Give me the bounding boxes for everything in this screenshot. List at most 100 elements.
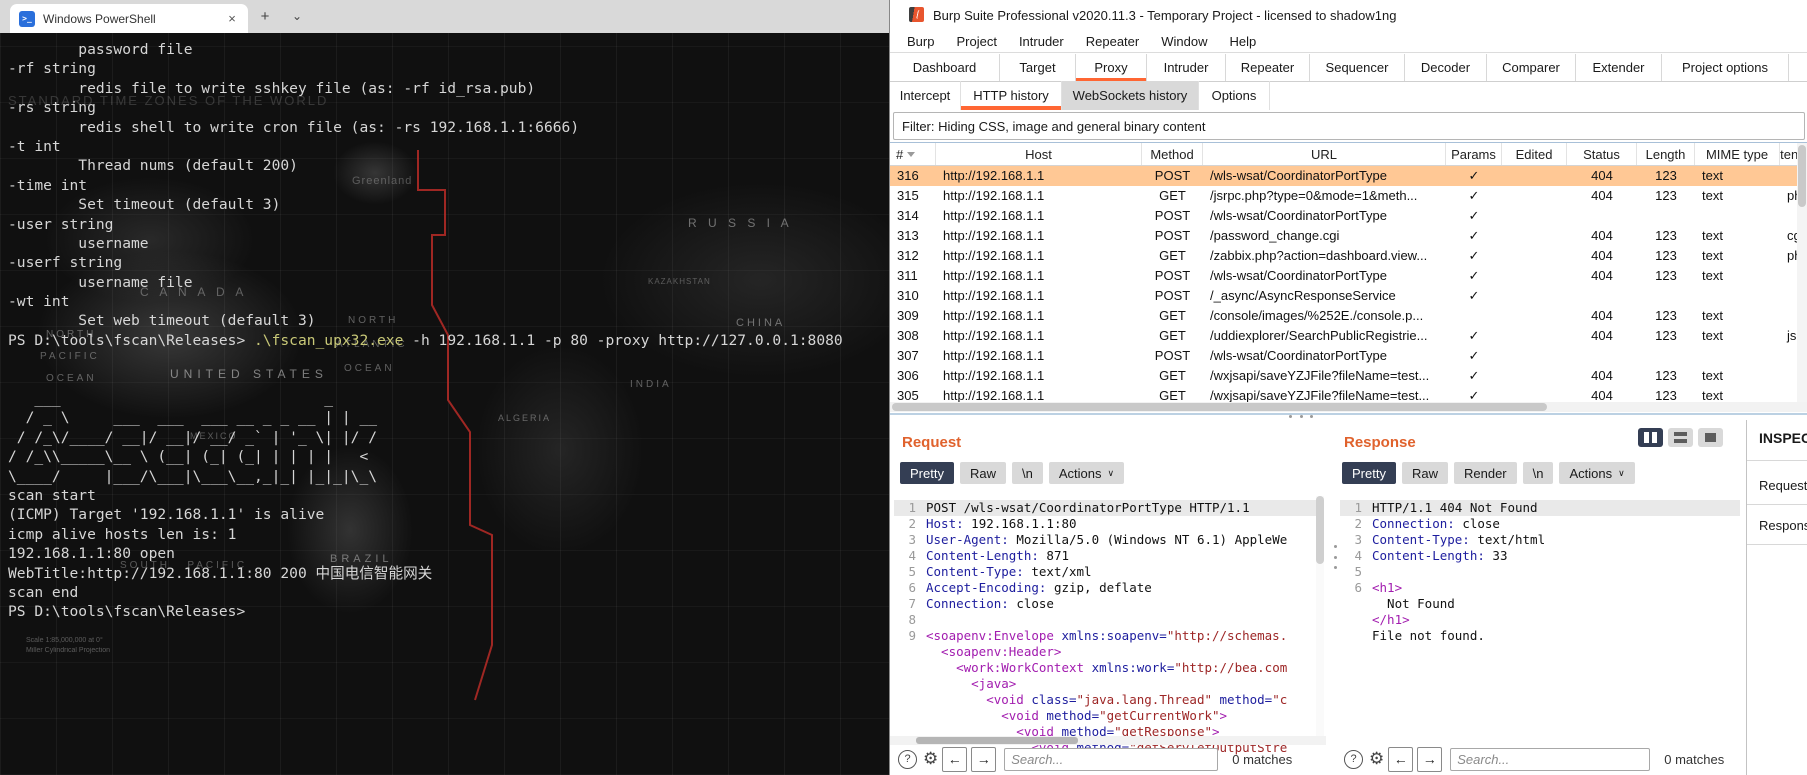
request-vertical-scrollbar[interactable] <box>1316 496 1324 736</box>
help-icon[interactable]: ? <box>1344 749 1363 769</box>
inspector-section-1[interactable]: Response Headers <box>1759 518 1807 533</box>
gear-icon[interactable]: ⚙ <box>1369 749 1384 769</box>
chevron-down-icon: ∨ <box>1618 467 1625 478</box>
http-history-row[interactable]: 310 http://192.168.1.1 POST /_async/AsyncRe… <box>890 286 1807 306</box>
status-cell: 404 <box>1591 248 1613 263</box>
scroll-thumb[interactable] <box>1316 496 1324 564</box>
column-header-length[interactable]: Length <box>1637 143 1695 165</box>
status-cell: 404 <box>1591 168 1613 183</box>
http-history-row[interactable]: 308 http://192.168.1.1 GET/uddiexplorer/Se… <box>890 326 1807 346</box>
request-match-count: 0 matches <box>1232 751 1293 767</box>
code-line: 7 Connection: close <box>894 596 1324 612</box>
menu-item-repeater[interactable]: Repeater <box>1075 34 1150 49</box>
tab-decoder[interactable]: Decoder <box>1405 54 1487 81</box>
help-icon[interactable]: ? <box>898 749 917 769</box>
column-header-params[interactable]: Params <box>1446 143 1502 165</box>
tab-extender[interactable]: Extender <box>1576 54 1662 81</box>
tab-intruder[interactable]: Intruder <box>1147 54 1226 81</box>
menu-item-window[interactable]: Window <box>1150 34 1218 49</box>
http-history-row[interactable]: 314 http://192.168.1.1 POST/wls-wsat/Coord… <box>890 206 1807 226</box>
layout-columns-button[interactable] <box>1638 428 1663 447</box>
tab-comparer[interactable]: Comparer <box>1487 54 1576 81</box>
filter-bar[interactable]: Filter: Hiding CSS, image and general bi… <box>893 112 1805 140</box>
http-history-row[interactable]: 307 http://192.168.1.1 POST/wls-wsat/Coord… <box>890 346 1807 366</box>
table-horizontal-scrollbar[interactable] <box>890 402 1807 412</box>
http-history-row[interactable]: 309 http://192.168.1.1 GET/console/images/… <box>890 306 1807 326</box>
menu-item-project[interactable]: Project <box>945 34 1007 49</box>
scroll-thumb[interactable] <box>892 403 1547 411</box>
response-tab-actions[interactable]: Actions ∨ <box>1559 462 1635 484</box>
terminal-body[interactable]: STANDARD TIME ZONES OF THE WORLD Greenlan… <box>0 33 889 775</box>
params-cell: ✓ <box>1468 368 1480 383</box>
new-tab-button[interactable]: + <box>256 8 274 26</box>
request-search-input[interactable] <box>1004 747 1219 771</box>
http-history-row[interactable]: 315 http://192.168.1.1 GET/jsrpc.php?type=… <box>890 186 1807 206</box>
prev-match-button[interactable]: ← <box>1388 746 1414 772</box>
tab-repeater[interactable]: Repeater <box>1226 54 1310 81</box>
subtab-intercept[interactable]: Intercept <box>890 81 961 110</box>
method-cell: GET <box>1159 308 1186 323</box>
scroll-thumb[interactable] <box>1798 145 1806 207</box>
column-header-url[interactable]: URL <box>1203 143 1446 165</box>
subtab-websockets-history[interactable]: WebSockets history <box>1062 81 1199 110</box>
inspector-panel: INSPECTOR Request Attributes Response Hea… <box>1746 420 1807 775</box>
tab-sequencer[interactable]: Sequencer <box>1310 54 1405 81</box>
layout-single-button[interactable] <box>1698 428 1723 447</box>
params-cell: ✓ <box>1468 268 1480 283</box>
layout-rows-button[interactable] <box>1668 428 1693 447</box>
terminal-tab[interactable]: >_ Windows PowerShell × <box>10 4 248 33</box>
number-cell: 308 <box>897 328 919 343</box>
code-line: 9 <soapenv:Envelope xmlns:soapenv= "http:/… <box>894 628 1324 644</box>
tab-user-options[interactable]: User options <box>1789 54 1807 81</box>
tab-target[interactable]: Target <box>1000 54 1076 81</box>
subtab-options[interactable]: Options <box>1199 81 1270 110</box>
request-tab-actions[interactable]: Actions ∨ <box>1048 462 1125 484</box>
tab-project-options[interactable]: Project options <box>1662 54 1789 81</box>
inspector-section-0[interactable]: Request Attributes <box>1759 478 1807 493</box>
response-tab-raw[interactable]: Raw <box>1401 462 1448 484</box>
sort-icon <box>907 151 916 157</box>
vertical-splitter-handle[interactable] <box>1332 545 1338 569</box>
prev-match-button[interactable]: ← <box>942 746 968 772</box>
tab-proxy[interactable]: Proxy <box>1076 54 1147 82</box>
table-vertical-scrollbar[interactable] <box>1797 143 1807 402</box>
gear-icon[interactable]: ⚙ <box>923 749 938 769</box>
menu-item-burp[interactable]: Burp <box>896 34 945 49</box>
splitter-line[interactable] <box>890 413 1807 415</box>
column-header-edited[interactable]: Edited <box>1502 143 1567 165</box>
url-cell: /uddiexplorer/SearchPublicRegistrie... <box>1210 328 1428 343</box>
request-editor[interactable]: 1 POST /wls-wsat/CoordinatorPortType HTTP… <box>894 500 1324 756</box>
http-history-row[interactable]: 316 http://192.168.1.1 POST/wls-wsat/Coord… <box>890 166 1807 186</box>
subtab-http-history[interactable]: HTTP history <box>961 81 1062 110</box>
method-cell: POST <box>1154 208 1191 223</box>
menu-item-intruder[interactable]: Intruder <box>1008 34 1075 49</box>
request-panel: Request Pretty Raw \n Actions ∨ 1 POST /wls-w… <box>890 420 1330 775</box>
scroll-thumb[interactable] <box>916 737 1078 744</box>
http-history-row[interactable]: 312 http://192.168.1.1 GET/zabbix.php?acti… <box>890 246 1807 266</box>
column-header-host[interactable]: Host <box>936 143 1142 165</box>
tab-dashboard[interactable]: Dashboard <box>890 54 1000 81</box>
column-header-status[interactable]: Status <box>1567 143 1637 165</box>
next-match-button[interactable]: → <box>971 746 997 772</box>
request-tab-raw[interactable]: Raw <box>959 462 1006 484</box>
request-horizontal-scrollbar[interactable] <box>890 736 1326 745</box>
next-match-button[interactable]: → <box>1417 746 1443 772</box>
http-history-row[interactable]: 306 http://192.168.1.1 GET/wxjsapi/saveYZJ… <box>890 366 1807 386</box>
column-header-method[interactable]: Method <box>1142 143 1203 165</box>
http-history-row[interactable]: 313 http://192.168.1.1 POST/password_chang… <box>890 226 1807 246</box>
menu-item-help[interactable]: Help <box>1218 34 1267 49</box>
response-tab-render[interactable]: Render <box>1453 462 1517 484</box>
column-header-[interactable]: # <box>890 143 936 165</box>
method-cell: POST <box>1154 228 1191 243</box>
response-tab-pretty[interactable]: Pretty <box>1342 462 1396 484</box>
response-search-input[interactable] <box>1450 747 1651 771</box>
response-tab-n[interactable]: \n <box>1522 462 1554 484</box>
http-history-row[interactable]: 311 http://192.168.1.1 POST/wls-wsat/Coord… <box>890 266 1807 286</box>
column-header-mimetype[interactable]: MIME type <box>1695 143 1780 165</box>
tab-dropdown-icon[interactable]: ⌄ <box>288 8 306 26</box>
request-tab-pretty[interactable]: Pretty <box>900 462 954 484</box>
response-editor[interactable]: 1 HTTP/1.1 404 Not Found 2 Connection: clos… <box>1340 500 1740 756</box>
close-tab-icon[interactable]: × <box>224 11 240 27</box>
params-cell: ✓ <box>1468 348 1480 363</box>
request-tab-n[interactable]: \n <box>1011 462 1043 484</box>
